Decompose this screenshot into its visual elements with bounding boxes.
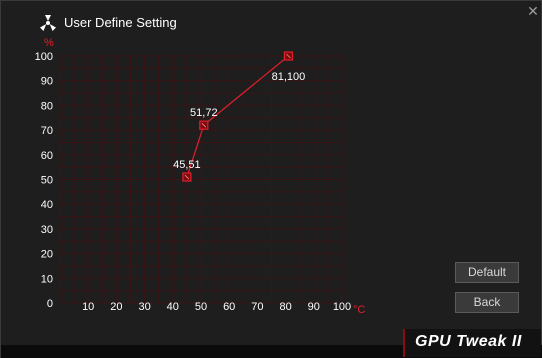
- y-tick-label: 0: [47, 298, 53, 310]
- y-tick-label: 80: [41, 100, 53, 112]
- y-tick-label: 20: [41, 249, 53, 261]
- x-axis-unit: °C: [353, 304, 365, 316]
- x-tick-label: 50: [195, 301, 207, 313]
- y-axis-ticks: 0 10 20 30 40 50 60 70 80 90 100: [35, 51, 53, 310]
- y-tick-label: 40: [41, 199, 53, 211]
- chart-grid: [59, 55, 343, 304]
- x-tick-label: 20: [110, 301, 122, 313]
- y-tick-label: 30: [41, 224, 53, 236]
- x-tick-label: 30: [138, 301, 150, 313]
- y-tick-label: 90: [41, 76, 53, 88]
- x-tick-label: 10: [82, 301, 94, 313]
- x-tick-label: 70: [251, 301, 263, 313]
- x-tick-label: 40: [167, 301, 179, 313]
- x-tick-label: 90: [308, 301, 320, 313]
- x-tick-label: 60: [223, 301, 235, 313]
- brand-logo: GPU Tweak II: [403, 329, 541, 357]
- x-tick-label: 100: [333, 301, 351, 313]
- brand-text: GPU Tweak II: [415, 333, 522, 350]
- fan-curve-window: User Define Setting ✕ 0 10 20 30 40 50 60 70 80 9…: [0, 0, 542, 358]
- y-tick-label: 100: [35, 51, 53, 63]
- curve-point-label: 51,72: [190, 107, 218, 119]
- y-tick-label: 70: [41, 125, 53, 137]
- default-button[interactable]: Default: [455, 262, 519, 283]
- curve-point-label: 45,51: [173, 159, 201, 171]
- y-tick-label: 10: [41, 273, 53, 285]
- y-tick-label: 60: [41, 150, 53, 162]
- x-tick-label: 80: [279, 301, 291, 313]
- y-axis-unit: %: [44, 37, 54, 49]
- curve-point-label: 81,100: [272, 71, 306, 83]
- y-tick-label: 50: [41, 175, 53, 187]
- back-button[interactable]: Back: [455, 292, 519, 313]
